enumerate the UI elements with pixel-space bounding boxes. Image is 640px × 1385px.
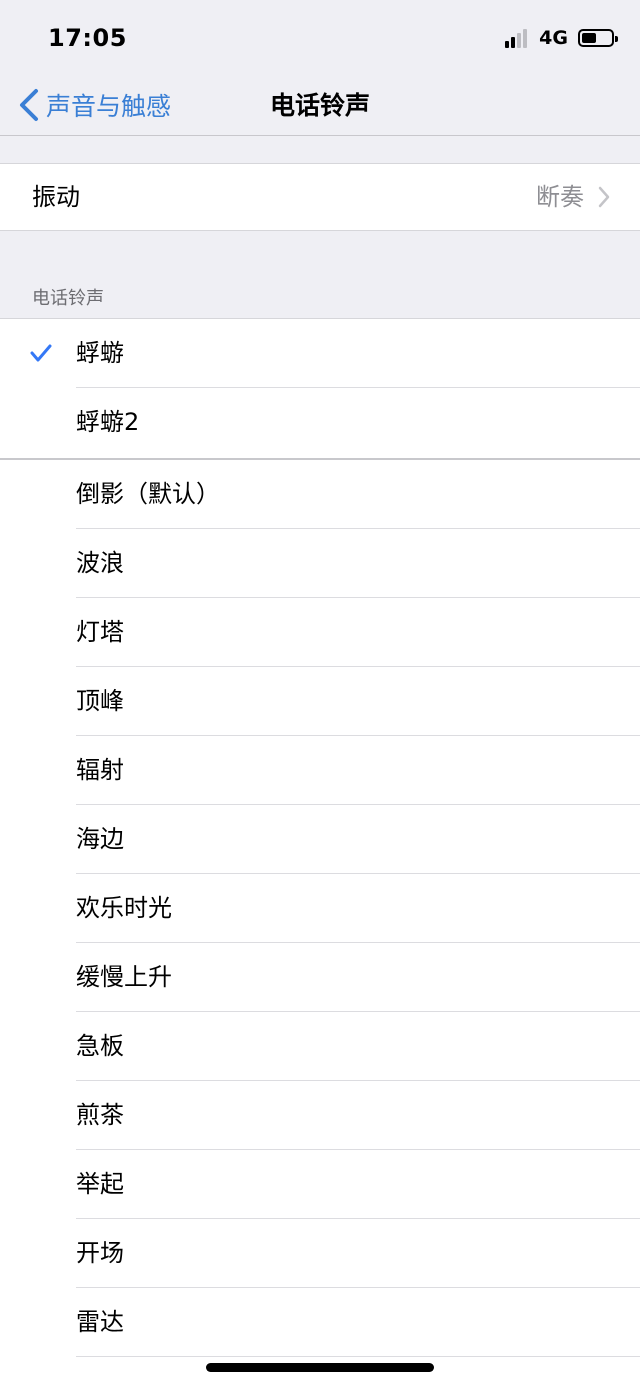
vibration-row[interactable]: 振动 断奏: [0, 163, 640, 231]
ringtone-label: 雷达: [76, 1308, 124, 1336]
ringtone-label: 欢乐时光: [76, 894, 172, 922]
ringtone-row[interactable]: 海边: [0, 805, 640, 874]
ringtone-label: 蜉蝣2: [76, 408, 140, 436]
page-title: 电话铃声: [269, 91, 370, 120]
ringtone-row[interactable]: 蜉蝣: [0, 319, 640, 388]
ringtone-row[interactable]: 波浪: [0, 529, 640, 598]
ringtone-label: 煎茶: [76, 1101, 124, 1129]
ringtone-row[interactable]: 雷达: [0, 1288, 640, 1357]
status-indicators: 4G: [505, 27, 618, 49]
status-time: 17:05: [48, 24, 127, 52]
ringtone-label: 缓慢上升: [76, 963, 172, 991]
vibration-group: 振动 断奏: [0, 163, 640, 231]
battery-icon: [578, 29, 618, 47]
home-indicator[interactable]: [206, 1363, 434, 1372]
checkmark-icon: [30, 344, 52, 362]
ringtone-label: 举起: [76, 1170, 124, 1198]
custom-tones-group: 蜉蝣 蜉蝣2: [0, 318, 640, 460]
ringtone-row[interactable]: 缓慢上升: [0, 943, 640, 1012]
ringtone-label: 灯塔: [76, 618, 124, 646]
network-type: 4G: [539, 27, 568, 49]
cellular-signal-icon: [505, 28, 529, 48]
chevron-right-icon: [598, 186, 610, 208]
vibration-value: 断奏: [536, 183, 584, 211]
navigation-bar: 声音与触感 电话铃声: [0, 76, 640, 136]
ringtone-label: 急板: [76, 1032, 124, 1060]
ringtone-label: 海边: [76, 825, 124, 853]
ringtone-row[interactable]: 开场: [0, 1219, 640, 1288]
ringtone-row[interactable]: 急板: [0, 1012, 640, 1081]
ringtone-label: 倒影（默认）: [76, 480, 220, 508]
ringtone-row[interactable]: 顶峰: [0, 667, 640, 736]
section-header-ringtones: 电话铃声: [32, 288, 104, 309]
ringtone-row[interactable]: 举起: [0, 1150, 640, 1219]
ringtone-label: 辐射: [76, 756, 124, 784]
vibration-label: 振动: [32, 183, 80, 211]
ringtone-label: 蜉蝣: [76, 339, 124, 367]
ringtone-label: 开场: [76, 1239, 124, 1267]
ringtone-row[interactable]: 灯塔: [0, 598, 640, 667]
ringtone-row[interactable]: 煎茶: [0, 1081, 640, 1150]
ringtone-label: 波浪: [76, 549, 124, 577]
status-bar: 17:05 4G: [0, 0, 640, 76]
ringtone-row[interactable]: 蜉蝣2: [0, 388, 640, 457]
ringtones-list: 倒影（默认） 波浪 灯塔 顶峰 辐射 海边 欢乐时光 缓慢上升 急板 煎茶 举起…: [0, 460, 640, 1385]
ringtone-row[interactable]: 辐射: [0, 736, 640, 805]
ringtone-label: 顶峰: [76, 687, 124, 715]
ringtone-row[interactable]: 倒影（默认）: [0, 460, 640, 529]
ringtone-row[interactable]: 欢乐时光: [0, 874, 640, 943]
